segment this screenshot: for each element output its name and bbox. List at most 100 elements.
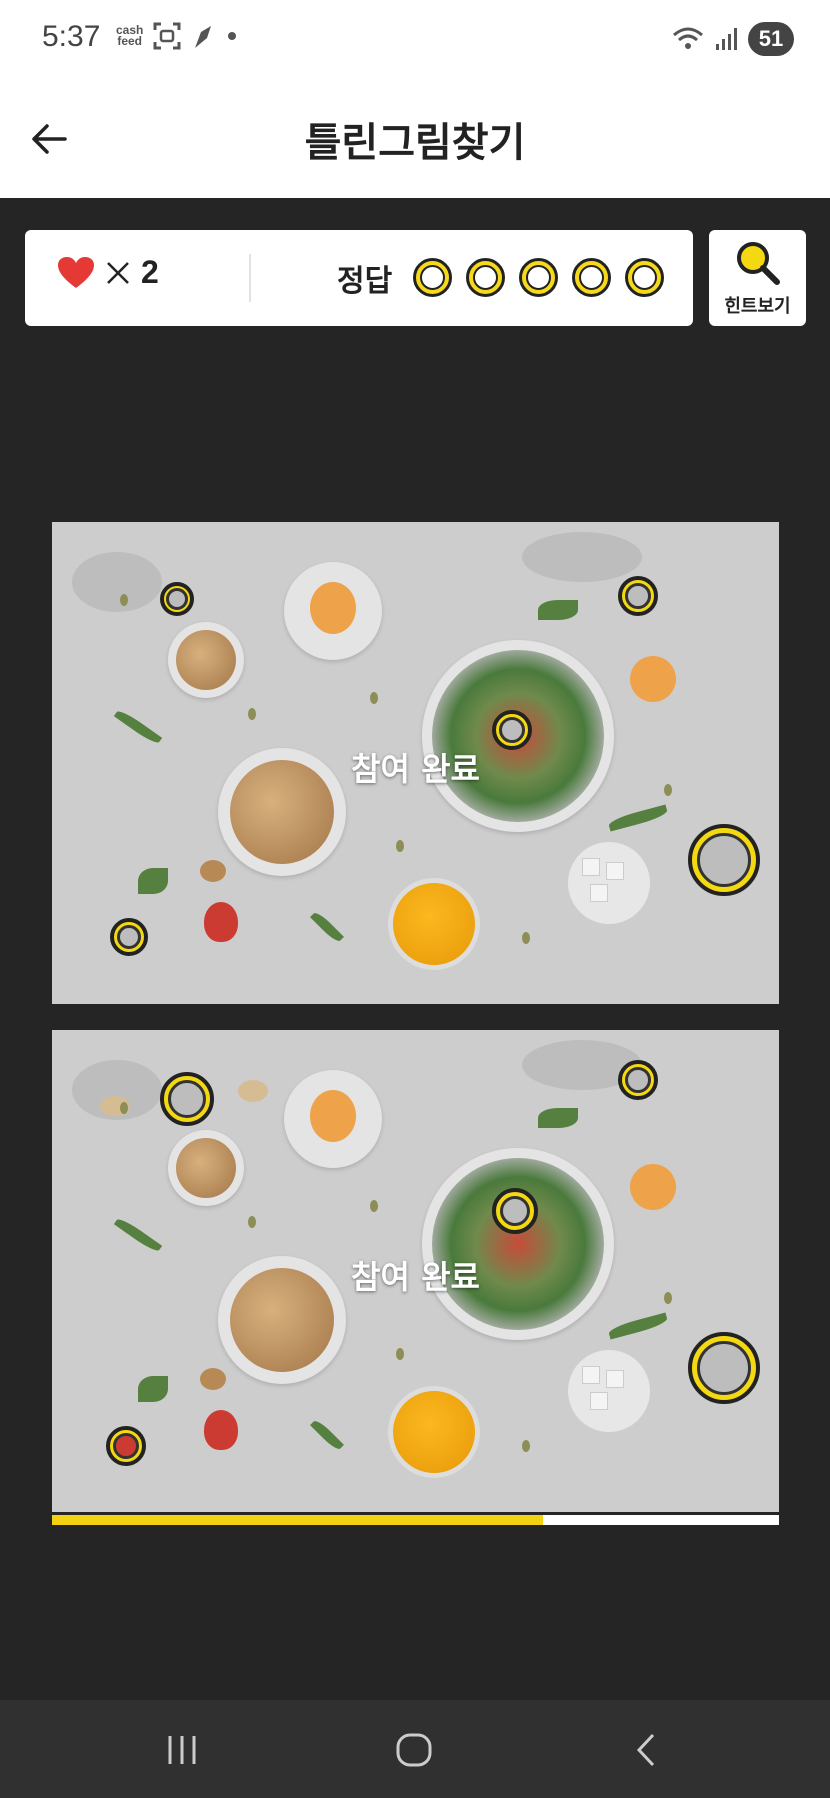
orange-juice [388, 1386, 480, 1478]
answer-slots [413, 258, 664, 297]
marker-inner [166, 588, 188, 610]
home-icon [396, 1733, 432, 1767]
answer-slot-inner [473, 265, 498, 290]
pumpkin-seed [370, 1200, 378, 1212]
found-difference-marker [688, 1332, 760, 1404]
back-chevron-icon [636, 1733, 655, 1767]
recents-button[interactable] [162, 1732, 202, 1768]
marker-inner [499, 717, 525, 743]
answer-slot [466, 258, 505, 297]
spinach-leaf [538, 600, 578, 620]
answer-slot [625, 258, 664, 297]
participation-complete-label: 참여 완료 [351, 1258, 480, 1296]
marker-inner [697, 833, 751, 887]
answer-label: 정답 [337, 264, 393, 299]
hint-button[interactable]: 힌트보기 [709, 230, 806, 326]
arugula [113, 1215, 163, 1255]
answer-slot [572, 258, 611, 297]
heart-icon [58, 256, 94, 288]
nuts [176, 630, 236, 690]
spinach-leaf [138, 868, 168, 894]
lives-count: 2 [141, 254, 159, 290]
marker-inner [625, 583, 651, 609]
almond [238, 1080, 268, 1102]
arugula [607, 804, 669, 832]
cheese-bowl [568, 842, 650, 924]
pumpkin-seed [396, 840, 404, 852]
marker-inner [168, 1080, 206, 1118]
answer-slot-inner [579, 265, 604, 290]
system-nav-bar [0, 1700, 830, 1798]
pumpkin-seed [248, 1216, 256, 1228]
puzzle-image-original[interactable]: 참여 완료 [52, 522, 779, 1004]
pumpkin-seed [396, 1348, 404, 1360]
pumpkin-seed [248, 708, 256, 720]
home-button[interactable] [394, 1732, 434, 1768]
pumpkin-seed [120, 1102, 128, 1114]
recents-icon [168, 1736, 196, 1764]
found-difference-marker [106, 1426, 146, 1466]
found-difference-marker [110, 918, 148, 956]
found-difference-marker [160, 1072, 214, 1126]
apricot-halves [310, 1090, 356, 1142]
orange-juice [388, 878, 480, 970]
salad [432, 1158, 604, 1330]
timer-progress-bar [52, 1515, 779, 1525]
battery-indicator: 51 [748, 22, 794, 56]
found-difference-marker [618, 1060, 658, 1100]
found-difference-marker [688, 824, 760, 896]
found-difference-marker [492, 1188, 538, 1234]
answer-slot [413, 258, 452, 297]
cheese-cube [582, 858, 600, 876]
cheese-cube [606, 862, 624, 880]
answer-slot-inner [526, 265, 551, 290]
marble-texture [522, 532, 642, 582]
marker-inner [113, 1433, 139, 1459]
strawberry [204, 902, 238, 942]
timer-progress-fill [52, 1515, 543, 1525]
screenshot-icon [153, 22, 181, 50]
found-difference-marker [618, 576, 658, 616]
game-status-card: 2 정답 [25, 230, 693, 326]
marker-inner [697, 1341, 751, 1395]
magnifier-icon [737, 242, 780, 285]
arugula [607, 1312, 669, 1340]
arugula [310, 1418, 344, 1452]
signal-icon [716, 28, 737, 50]
nuts [176, 1138, 236, 1198]
marker-inner [500, 1196, 530, 1226]
apricot [630, 656, 676, 702]
puzzle-image-modified[interactable]: 참여 완료 [52, 1030, 779, 1512]
arugula [113, 707, 163, 747]
apricot-halves [310, 582, 356, 634]
walnut [200, 1368, 226, 1390]
strawberry [204, 1410, 238, 1450]
answer-slot-inner [632, 265, 657, 290]
status-time: 5:37 [42, 20, 101, 53]
lives-counter: 2 [57, 254, 159, 291]
wifi-icon [673, 27, 703, 49]
pumpkin-seed [120, 594, 128, 606]
arugula [310, 910, 344, 944]
marker-inner [117, 925, 141, 949]
hint-label: 힌트보기 [724, 296, 791, 317]
status-system-icons: 51 [672, 22, 794, 56]
apricot [630, 1164, 676, 1210]
app-notification-icon [195, 26, 212, 48]
app-header: 틀린그림찾기 [0, 80, 830, 198]
cashfeed-icon: cash feed [116, 23, 144, 48]
status-notification-icons: cash feed [116, 22, 237, 50]
answer-slot-inner [420, 265, 445, 290]
cheese-cube [582, 1366, 600, 1384]
participation-complete-label: 참여 완료 [351, 750, 480, 788]
status-bar: 5:37 cash feed 51 [0, 0, 830, 80]
found-difference-marker [160, 582, 194, 616]
system-back-button[interactable] [626, 1732, 666, 1768]
answer-slot [519, 258, 558, 297]
times-icon [107, 261, 129, 284]
walnut [200, 860, 226, 882]
spinach-leaf [138, 1376, 168, 1402]
marble-texture [72, 552, 162, 612]
dot-icon [228, 32, 237, 40]
divider [249, 254, 251, 302]
